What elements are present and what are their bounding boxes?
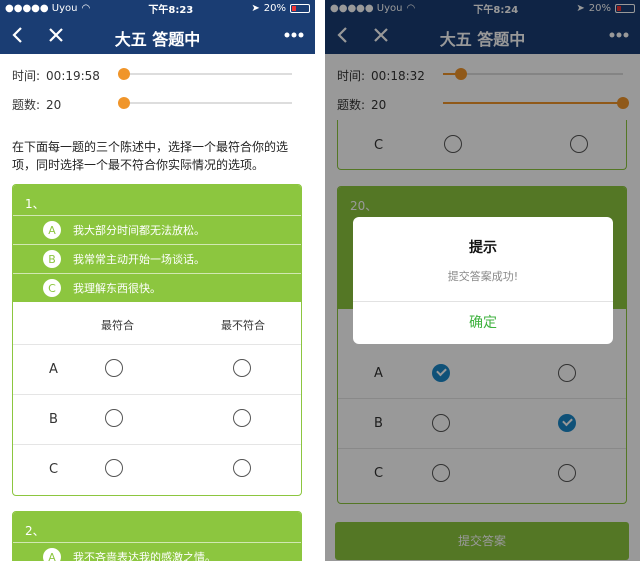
column-most-fit: 最符合 xyxy=(101,319,134,332)
letter-badge-a: A xyxy=(43,221,61,239)
count-label: 题数: xyxy=(12,98,41,112)
letter-badge-c: C xyxy=(43,279,61,297)
timer-row: 时间: 00:19:58 xyxy=(12,67,100,84)
dialog-title: 提示 xyxy=(469,240,497,256)
dialog-confirm-button[interactable]: 确定 xyxy=(353,301,613,344)
statement-b: B 我常常主动开始一场谈话。 xyxy=(13,244,301,273)
more-options-icon[interactable] xyxy=(281,24,307,46)
back-arrow-icon[interactable] xyxy=(8,24,28,46)
status-time: 下午8:23 xyxy=(148,4,194,16)
question-progress-slider xyxy=(118,97,292,109)
question-slider-knob xyxy=(118,97,130,109)
battery-icon xyxy=(289,3,310,13)
radio-most-a[interactable] xyxy=(105,359,123,377)
statement-c: C 我理解东西很快。 xyxy=(13,273,301,302)
statement-text: 我不吝啬表达我的感激之情。 xyxy=(73,551,216,561)
nav-bar: 大五 答题中 xyxy=(0,16,315,54)
row-label: A xyxy=(49,362,58,377)
question-number: 1、 xyxy=(25,197,45,211)
statement-text: 我大部分时间都无法放松。 xyxy=(73,224,205,237)
question-header: 2、 A 我不吝啬表达我的感激之情。 xyxy=(13,512,301,561)
question-card-1: 1、 A 我大部分时间都无法放松。 B 我常常主动开始一场谈话。 C 我理解东西很快。… xyxy=(12,184,302,496)
statement-a: A 我大部分时间都无法放松。 xyxy=(13,215,301,244)
column-least-fit: 最不符合 xyxy=(221,319,265,332)
statement-a: A 我不吝啬表达我的感激之情。 xyxy=(13,542,301,561)
statement-text: 我常常主动开始一场谈话。 xyxy=(73,253,205,266)
right-phone-screen: ●●●●● Uyou ◠ 下午8:24 ➤ 20% 大五 答题中 时间: 00:18… xyxy=(325,0,640,561)
letter-badge-a: A xyxy=(43,548,61,561)
answer-row-c: C xyxy=(13,445,301,495)
statement-text: 我理解东西很快。 xyxy=(73,282,161,295)
timer-value: 00:19:58 xyxy=(46,68,100,83)
timer-label: 时间: xyxy=(12,69,41,83)
timer-progress-slider xyxy=(118,68,292,80)
letter-badge-b: B xyxy=(43,250,61,268)
instructions-text: 在下面每一题的三个陈述中，选择一个最符合你的选项，同时选择一个最不符合你实际情况… xyxy=(12,140,289,172)
question-number: 2、 xyxy=(25,524,45,538)
answer-table-header: 最符合 最不符合 xyxy=(13,302,301,345)
radio-least-a[interactable] xyxy=(233,359,251,377)
count-value: 20 xyxy=(46,97,62,112)
answer-row-b: B xyxy=(13,395,301,445)
left-phone-screen: ●●●●● Uyou ◠ 下午8:23 ➤ 20% 大五 答题中 时间: 00:19… xyxy=(0,0,315,561)
question-count-row: 题数: 20 xyxy=(12,96,61,113)
alert-dialog: 提示 提交答案成功! 确定 xyxy=(353,217,613,344)
answer-row-a: A xyxy=(13,345,301,395)
location-icon: ➤ xyxy=(251,2,260,14)
screen-divider xyxy=(315,0,325,561)
battery-percent: 20% xyxy=(263,2,286,14)
question-card-2: 2、 A 我不吝啬表达我的感激之情。 xyxy=(12,511,302,561)
row-label: C xyxy=(49,462,59,477)
question-header: 1、 A 我大部分时间都无法放松。 B 我常常主动开始一场谈话。 C 我理解东西很快。 xyxy=(13,185,301,302)
row-label: B xyxy=(49,412,58,427)
wifi-icon: ◠ xyxy=(81,2,91,14)
dialog-message: 提交答案成功! xyxy=(447,270,519,283)
carrier-label: ●●●●● Uyou xyxy=(5,2,78,14)
radio-least-c[interactable] xyxy=(233,459,251,477)
radio-most-c[interactable] xyxy=(105,459,123,477)
status-bar: ●●●●● Uyou ◠ 下午8:23 ➤ 20% xyxy=(0,0,315,16)
timer-slider-knob xyxy=(118,68,130,80)
radio-most-b[interactable] xyxy=(105,409,123,427)
close-icon[interactable] xyxy=(46,24,66,46)
radio-least-b[interactable] xyxy=(233,409,251,427)
